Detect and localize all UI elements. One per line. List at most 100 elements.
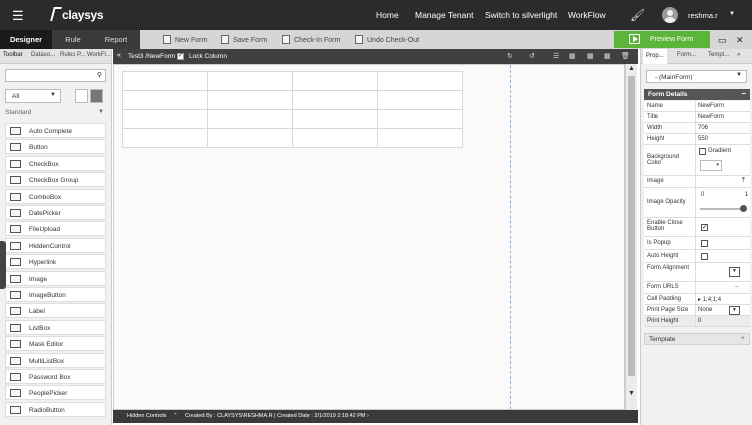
tab-rule[interactable]: Rule	[54, 30, 92, 49]
avatar[interactable]	[662, 7, 678, 23]
panel-expand-icon[interactable]: »	[737, 52, 740, 58]
toolbox-item-radiobutton[interactable]: RadioButton	[5, 401, 106, 417]
collapse-left-icon[interactable]: «	[117, 52, 121, 59]
grid-view-icon[interactable]	[75, 89, 88, 103]
tab-designer[interactable]: Designer	[0, 30, 52, 49]
main-form-select[interactable]: - (MainForm) ▼	[646, 70, 747, 83]
tab-form[interactable]: Form...	[677, 52, 696, 58]
toolbox-item-listbox[interactable]: ListBox	[5, 319, 106, 335]
row-layout-icon[interactable]: ☰	[553, 52, 561, 60]
tab-templates[interactable]: Templ...	[708, 52, 729, 58]
print-page-size-dropdown[interactable]: ▼	[729, 306, 740, 315]
chevron-up-icon[interactable]: ⌃	[173, 413, 178, 419]
toolbox-item-combobox[interactable]: ComboBox	[5, 188, 106, 204]
template-section-header[interactable]: Template +	[644, 333, 750, 345]
toolbox-item-hiddencontrol[interactable]: HiddenControl	[5, 237, 106, 253]
name-field[interactable]: NewForm	[698, 103, 724, 109]
print-height-field[interactable]: 0	[698, 318, 701, 324]
auto-height-checkbox[interactable]	[701, 253, 708, 260]
scroll-thumb[interactable]	[628, 76, 635, 376]
collapse-icon[interactable]: −	[741, 89, 746, 98]
gradient-checkbox[interactable]	[699, 148, 706, 155]
table-layout-icon[interactable]: ▦	[604, 52, 612, 60]
tab-datasource[interactable]: Dataso...	[31, 52, 55, 58]
nav-manage-tenant[interactable]: Manage Tenant	[415, 10, 473, 20]
save-form-button[interactable]: Save Form	[221, 35, 267, 44]
grid-cell[interactable]	[207, 128, 293, 148]
panel-drag-handle[interactable]	[0, 241, 6, 289]
lock-column-checkbox[interactable]	[177, 52, 184, 60]
grid-cell[interactable]	[292, 128, 378, 148]
tab-properties[interactable]: Prop...	[643, 49, 667, 64]
form-urls-button[interactable]: ...	[734, 283, 739, 289]
grid-cell[interactable]	[207, 90, 293, 110]
toolbox-item-multilistbox[interactable]: MultiListBox	[5, 352, 106, 368]
window-restore-icon[interactable]: ▭	[718, 35, 727, 46]
close-icon[interactable]: ✕	[736, 35, 744, 46]
toolbox-item-button[interactable]: Button	[5, 139, 106, 155]
grid-cell[interactable]	[207, 71, 293, 91]
form-canvas[interactable]	[113, 64, 625, 410]
nav-home[interactable]: Home	[376, 10, 399, 20]
grid-cell[interactable]	[377, 71, 463, 91]
height-field[interactable]: 550	[698, 136, 708, 142]
grid-cell[interactable]	[122, 109, 208, 129]
title-field[interactable]: NewForm	[698, 114, 724, 120]
upload-icon[interactable]: ⤒	[742, 177, 745, 185]
scroll-up-icon[interactable]: ▲	[628, 65, 635, 72]
toolbox-item-checkbox-group[interactable]: CheckBox Group	[5, 172, 106, 188]
section-standard[interactable]: Standard ▼	[5, 109, 106, 121]
chevron-right-icon[interactable]: ›	[367, 413, 369, 419]
tab-report[interactable]: Report	[96, 30, 136, 49]
toolbox-item-peoplepicker[interactable]: PeoplePicker	[5, 385, 106, 401]
toolbox-item-mask-editor[interactable]: Mask Editor	[5, 336, 106, 352]
is-popup-checkbox[interactable]	[701, 240, 708, 247]
form-details-header[interactable]: Form Details −	[644, 89, 750, 100]
tab-workflow[interactable]: WorkFl...	[87, 52, 111, 58]
chevron-down-icon[interactable]: ▼	[729, 11, 735, 17]
width-field[interactable]: 706	[698, 125, 708, 131]
grid-cell[interactable]	[122, 90, 208, 110]
theme-brush-icon[interactable]: 🖌	[630, 8, 645, 22]
toolbox-item-fileupload[interactable]: FileUpload	[5, 221, 106, 237]
opacity-slider-track[interactable]	[700, 208, 742, 210]
preview-form-button[interactable]: Preview Form	[614, 31, 710, 48]
grid-layout-icon[interactable]: ▦	[587, 52, 595, 60]
grid-cell[interactable]	[292, 109, 378, 129]
toolbox-item-label[interactable]: Label	[5, 303, 106, 319]
new-form-button[interactable]: New Form	[163, 35, 207, 44]
grid-cell[interactable]	[122, 128, 208, 148]
grid-cell[interactable]	[377, 128, 463, 148]
toolbox-item-auto-complete[interactable]: Auto Complete	[5, 123, 106, 138]
toolbox-item-image[interactable]: Image	[5, 270, 106, 286]
toolbox-item-checkbox[interactable]: CheckBox	[5, 155, 106, 171]
toolbox-item-imagebutton[interactable]: ImageButton	[5, 287, 106, 302]
grid-cell[interactable]	[292, 90, 378, 110]
list-view-icon[interactable]	[90, 89, 103, 103]
category-select[interactable]: All ▼	[5, 89, 61, 103]
nav-switch-silverlight[interactable]: Switch to silverlight	[485, 10, 557, 20]
grid-cell[interactable]	[377, 90, 463, 110]
grid-cell[interactable]	[377, 109, 463, 129]
canvas-scrollbar[interactable]: ▲ ▼	[625, 64, 637, 410]
grid-cell[interactable]	[207, 109, 293, 129]
undo-check-out-button[interactable]: Undo Check-Out	[355, 35, 419, 44]
toolbox-item-password-box[interactable]: Password Box	[5, 369, 106, 384]
user-name[interactable]: reshma.r	[688, 11, 718, 20]
expand-icon[interactable]: +	[741, 335, 745, 342]
delete-icon[interactable]: 🗑	[621, 52, 630, 60]
toolbox-item-datepicker[interactable]: DatePicker	[5, 205, 106, 220]
hamburger-menu-icon[interactable]: ☰	[12, 8, 24, 23]
grid-cell[interactable]	[122, 71, 208, 91]
undo-icon[interactable]: ↺	[529, 52, 537, 60]
hidden-controls-toggle[interactable]: Hidden Controls	[127, 413, 166, 419]
search-icon[interactable]: ⚲	[97, 71, 102, 79]
check-in-form-button[interactable]: Check-In Form	[282, 35, 340, 44]
toolbox-item-hyperlink[interactable]: Hyperlink	[5, 254, 106, 270]
redo-icon[interactable]: ↻	[507, 52, 515, 60]
tab-toolbar[interactable]: Toolbar	[3, 52, 23, 58]
alignment-dropdown[interactable]: ▼	[729, 267, 740, 277]
cell-padding-field[interactable]: ▸ 1;4;1;4	[698, 296, 721, 303]
nav-workflow[interactable]: WorkFlow	[568, 10, 606, 20]
toolbox-search-input[interactable]: ⚲	[5, 69, 106, 82]
